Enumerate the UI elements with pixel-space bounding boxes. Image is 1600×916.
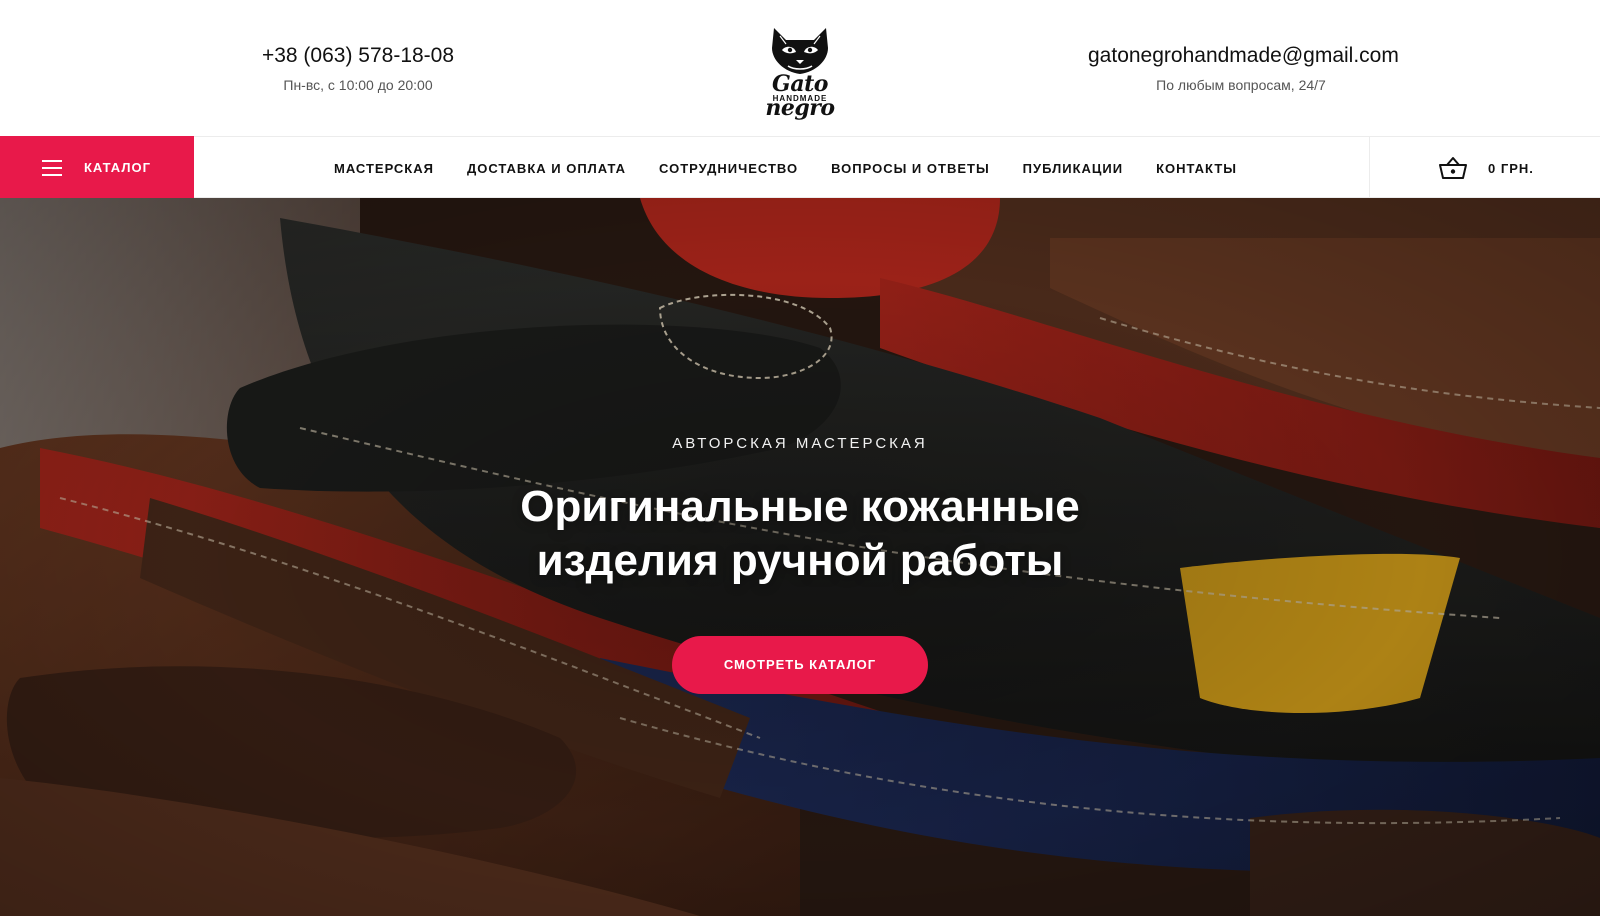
nav-item-workshop[interactable]: МАСТЕРСКАЯ — [334, 161, 434, 176]
email-contact: gatonegrohandmade@gmail.com По любым воп… — [1088, 42, 1399, 94]
nav-item-faq[interactable]: ВОПРОСЫ И ОТВЕТЫ — [831, 161, 990, 176]
cart-button[interactable]: 0 ГРН. — [1369, 137, 1600, 199]
hero-eyebrow: АВТОРСКАЯ МАСТЕРСКАЯ — [672, 435, 928, 452]
black-cat-head-icon — [772, 28, 828, 74]
site-logo[interactable]: Gato negro HANDMADE — [740, 26, 860, 120]
catalog-button[interactable]: КАТАЛОГ — [0, 136, 194, 199]
top-contact-bar: +38 (063) 578-18-08 Пн-вс, с 10:00 до 20… — [0, 0, 1600, 136]
view-catalog-button[interactable]: СМОТРЕТЬ КАТАЛОГ — [672, 636, 928, 694]
hero-headline-line-1: Оригинальные кожанные — [520, 482, 1080, 531]
phone-link[interactable]: +38 (063) 578-18-08 — [258, 42, 458, 70]
nav-item-publications[interactable]: ПУБЛИКАЦИИ — [1023, 161, 1123, 176]
nav-item-contacts[interactable]: КОНТАКТЫ — [1156, 161, 1237, 176]
email-note: По любым вопросам, 24/7 — [1156, 77, 1326, 93]
nav-item-cooperation[interactable]: СОТРУДНИЧЕСТВО — [659, 161, 798, 176]
hero-headline-line-2: изделия ручной работы — [536, 536, 1064, 585]
hamburger-menu-icon — [42, 159, 62, 176]
cart-total: 0 ГРН. — [1488, 160, 1534, 176]
hero-headline: Оригинальные кожанные изделия ручной раб… — [400, 480, 1200, 588]
catalog-button-label: КАТАЛОГ — [84, 160, 151, 175]
phone-contact: +38 (063) 578-18-08 Пн-вс, с 10:00 до 20… — [258, 42, 458, 94]
hero-content: АВТОРСКАЯ МАСТЕРСКАЯ Оригинальные кожанн… — [400, 434, 1200, 694]
email-link[interactable]: gatonegrohandmade@gmail.com — [1088, 42, 1399, 70]
hero-banner: АВТОРСКАЯ МАСТЕРСКАЯ Оригинальные кожанн… — [0, 198, 1600, 916]
main-navbar: КАТАЛОГ МАСТЕРСКАЯ ДОСТАВКА И ОПЛАТА СОТ… — [0, 136, 1600, 199]
nav-item-delivery-payment[interactable]: ДОСТАВКА И ОПЛАТА — [467, 161, 626, 176]
page: +38 (063) 578-18-08 Пн-вс, с 10:00 до 20… — [0, 0, 1600, 916]
logo-subword: HANDMADE — [772, 94, 828, 103]
working-hours: Пн-вс, с 10:00 до 20:00 — [283, 77, 433, 93]
main-menu: МАСТЕРСКАЯ ДОСТАВКА И ОПЛАТА СОТРУДНИЧЕС… — [334, 137, 1270, 199]
shopping-basket-icon — [1439, 157, 1467, 179]
